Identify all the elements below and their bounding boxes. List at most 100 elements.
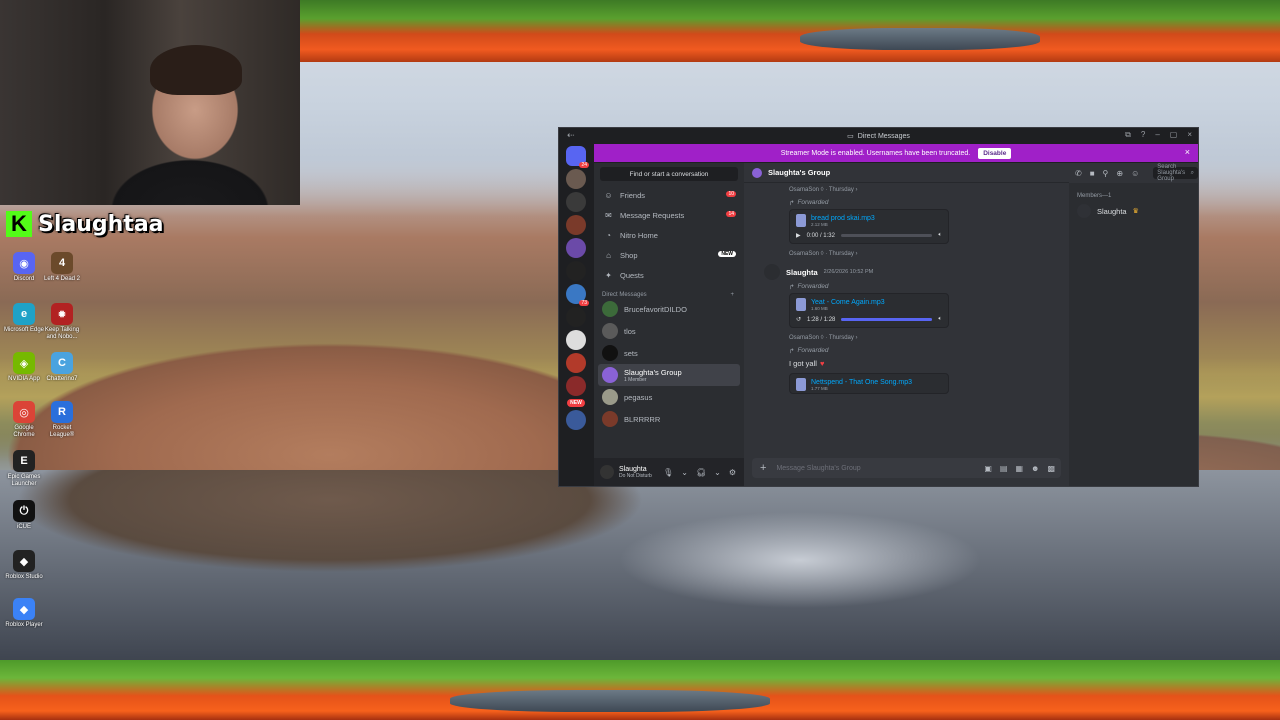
- message-composer[interactable]: + Message Slaughta's Group ▣ ▤ ▦ ☻ ▩: [752, 458, 1061, 478]
- server-icon[interactable]: [566, 376, 586, 396]
- server-icon[interactable]: 24: [566, 146, 589, 168]
- member-list-icon[interactable]: ☺: [1131, 169, 1139, 178]
- nav-item-nitro-home[interactable]: ◔ Nitro Home: [594, 225, 744, 245]
- server-icon[interactable]: [566, 192, 586, 212]
- find-conversation-button[interactable]: Find or start a conversation: [600, 167, 738, 181]
- desktop-icon[interactable]: ◆ Roblox Player: [3, 598, 45, 629]
- dm-name-block: BrucefavoritDILDO: [624, 305, 687, 314]
- server-icon[interactable]: [566, 353, 586, 373]
- app-icon: ◉: [13, 252, 35, 274]
- minimize-icon[interactable]: –: [1155, 130, 1159, 140]
- dm-item[interactable]: BrucefavoritDILDO: [598, 298, 740, 320]
- dm-item[interactable]: tlos: [598, 320, 740, 342]
- apps-icon[interactable]: ▩: [1047, 464, 1055, 473]
- file-icon: [796, 378, 806, 391]
- seek-bar[interactable]: [840, 234, 933, 237]
- add-dm-icon[interactable]: +: [730, 292, 734, 298]
- nav-item-shop[interactable]: ⌂ Shop NEW: [594, 245, 744, 265]
- audio-attachment[interactable]: Yeat - Come Again.mp3 1.60 MB ↺ 1:28 / 1…: [789, 293, 949, 328]
- nav-item-message-requests[interactable]: ✉ Message Requests 14: [594, 205, 744, 225]
- replay-icon[interactable]: ↺: [796, 316, 801, 323]
- volume-icon[interactable]: 🔈︎: [938, 232, 942, 239]
- volume-icon[interactable]: 🔈︎: [938, 316, 942, 323]
- file-name[interactable]: bread prod skai.mp3: [811, 215, 875, 222]
- help-icon[interactable]: ?: [1141, 130, 1145, 140]
- close-icon[interactable]: ×: [1187, 130, 1192, 140]
- chat-toolbar: ✆ ■ ⚲ ⊕ ☺ Search Slaughta's Group ⌕: [1069, 163, 1198, 183]
- server-icon[interactable]: 73: [566, 284, 589, 306]
- member-item[interactable]: Slaughta ♛: [1077, 204, 1190, 218]
- server-icon[interactable]: [566, 215, 586, 235]
- file-icon: [796, 298, 806, 311]
- search-input[interactable]: Search Slaughta's Group ⌕: [1153, 164, 1198, 182]
- desktop-icon[interactable]: ⏻ iCUE: [3, 500, 45, 531]
- desktop-icon[interactable]: ◆ Roblox Studio: [3, 550, 45, 581]
- count-badge: 14: [726, 211, 736, 217]
- server-icon[interactable]: [566, 261, 586, 281]
- wallpaper-reflection: [0, 470, 1280, 660]
- file-name[interactable]: Nettspend - That One Song.mp3: [811, 379, 912, 386]
- maximize-icon[interactable]: ▢: [1170, 130, 1178, 140]
- call-icon[interactable]: ✆: [1075, 169, 1082, 178]
- user-info: Slaughta Do Not Disturb: [619, 466, 652, 479]
- desktop-icon[interactable]: 4 Left 4 Dead 2: [41, 252, 83, 283]
- video-icon[interactable]: ■: [1090, 169, 1095, 178]
- avatar[interactable]: [600, 465, 614, 479]
- banner-close-icon[interactable]: ×: [1185, 147, 1190, 157]
- inbox-tray-icon[interactable]: ⧉: [1125, 130, 1131, 140]
- server-icon[interactable]: [566, 238, 586, 258]
- desktop-icon-label: iCUE: [16, 524, 31, 530]
- composer-placeholder[interactable]: Message Slaughta's Group: [776, 465, 860, 472]
- add-attachment-icon[interactable]: +: [760, 462, 766, 474]
- audio-attachment[interactable]: Nettspend - That One Song.mp3 1.77 MB: [789, 373, 949, 394]
- nav-item-label: Nitro Home: [620, 230, 658, 240]
- file-name[interactable]: Yeat - Come Again.mp3: [811, 299, 885, 306]
- add-friends-icon[interactable]: ⊕: [1116, 169, 1123, 178]
- dm-item[interactable]: Slaughta's Group 1 Member: [598, 364, 740, 386]
- desktop-icon[interactable]: ◎ Google Chrome: [3, 401, 45, 439]
- pin-icon[interactable]: ⚲: [1103, 169, 1109, 178]
- unread-badge: 73: [579, 300, 589, 306]
- avatar[interactable]: [764, 264, 780, 280]
- gif-icon[interactable]: ▤: [1000, 464, 1008, 473]
- desktop-icon[interactable]: e Microsoft Edge: [3, 303, 45, 334]
- desktop-icon[interactable]: ✹ Keep Talking and Nobo...: [41, 303, 83, 341]
- server-icon[interactable]: [566, 330, 586, 350]
- chevron-down-icon[interactable]: ⌄: [681, 468, 688, 477]
- dm-item[interactable]: sets: [598, 342, 740, 364]
- reference-text: OsamaSon ◊ · Thursday ›: [789, 187, 858, 193]
- nav-item-quests[interactable]: ✦ Quests: [594, 265, 744, 285]
- nitro-icon: ◔: [606, 230, 611, 240]
- desktop-icon[interactable]: C Chatterino7: [41, 352, 83, 383]
- sticker-icon[interactable]: ▦: [1015, 464, 1023, 473]
- headphones-icon[interactable]: 🎧︎: [696, 468, 706, 477]
- app-icon: ◆: [13, 550, 35, 572]
- back-arrow-icon[interactable]: ⇠: [567, 130, 575, 141]
- author-name[interactable]: Slaughta: [786, 268, 818, 277]
- nav-item-friends[interactable]: ☺ Friends 10: [594, 185, 744, 205]
- server-icon[interactable]: [566, 307, 586, 327]
- seek-bar[interactable]: [841, 318, 933, 321]
- emoji-icon[interactable]: ☻: [1031, 464, 1039, 473]
- dm-item[interactable]: BLRRRRR: [598, 408, 740, 430]
- play-icon[interactable]: ▶: [796, 232, 801, 239]
- app-icon: ◎: [13, 401, 35, 423]
- desktop-icon[interactable]: ◉ Discord: [3, 252, 45, 283]
- server-icon[interactable]: [566, 169, 586, 189]
- disable-button[interactable]: Disable: [978, 147, 1012, 159]
- new-badge[interactable]: NEW: [567, 399, 585, 407]
- desktop-icon[interactable]: R Rocket League®: [41, 401, 83, 439]
- forwarded-label: ↱ Forwarded: [789, 199, 829, 207]
- dm-item[interactable]: pegasus: [598, 386, 740, 408]
- chevron-down-icon[interactable]: ⌄: [714, 468, 721, 477]
- microphone-icon[interactable]: 🎙︎: [663, 468, 673, 477]
- reply-reference: OsamaSon ◊ · Thursday ›: [744, 184, 1069, 196]
- desktop-icon[interactable]: E Epic Games Launcher: [3, 450, 45, 488]
- gift-icon[interactable]: ▣: [984, 464, 992, 473]
- webcam-feed: [0, 0, 300, 205]
- server-icon[interactable]: [566, 410, 586, 430]
- audio-attachment[interactable]: bread prod skai.mp3 2.12 MB ▶ 0:00 / 1:3…: [789, 209, 949, 244]
- settings-gear-icon[interactable]: ⚙: [729, 468, 736, 477]
- desktop-icon[interactable]: ◈ NVIDIA App: [3, 352, 45, 383]
- desktop-icon-label: Rocket League®: [49, 425, 75, 438]
